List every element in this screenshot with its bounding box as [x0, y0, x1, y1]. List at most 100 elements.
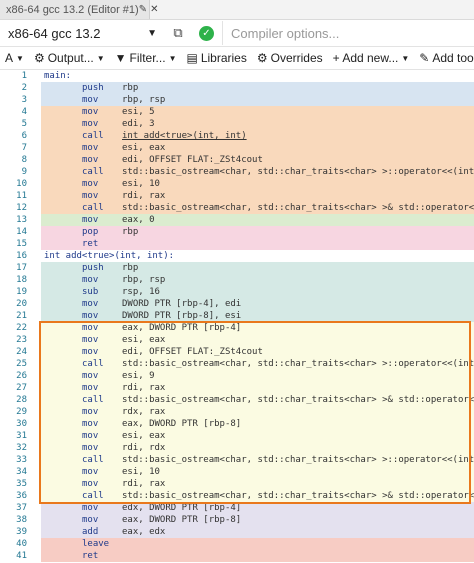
assembly-editor[interactable]: 1 main: 2 push rbp 3 mov rbp, rsp 4 mov esi, 5 5 mov… [0, 70, 474, 563]
line-number: 41 [0, 550, 27, 562]
close-icon[interactable]: ✕ [150, 4, 158, 15]
line-number: 12 [0, 202, 27, 214]
asm-operands: std::basic_ostream<char, std::char_trait… [122, 395, 474, 405]
asm-operands: rdx, rax [122, 407, 166, 417]
asm-opcode: ret [82, 551, 99, 561]
code-line: 40 leave [0, 538, 474, 550]
caret-down-icon: ▼ [401, 53, 410, 63]
line-number: 16 [0, 250, 27, 262]
code-line: 33 call std::basic_ostream<char, std::char… [0, 454, 474, 466]
gear-icon: ⚙ [33, 51, 45, 65]
code-text: push rbp [41, 262, 474, 274]
line-number: 32 [0, 442, 27, 454]
code-text: call std::basic_ostream<char, std::char_t… [41, 490, 474, 502]
asm-operands: eax, 0 [122, 215, 155, 225]
caret-down-icon: ▼ [96, 53, 105, 63]
code-text: mov edi, OFFSET FLAT:_ZSt4cout [41, 346, 474, 358]
pencil-icon[interactable]: ✎ [139, 4, 147, 15]
code-line: 11 mov rdi, rax [0, 190, 474, 202]
asm-operands: rdi, rdx [122, 443, 166, 453]
code-line: 24 mov edi, OFFSET FLAT:_ZSt4cout [0, 346, 474, 358]
line-number: 24 [0, 346, 27, 358]
check-icon[interactable]: ✓ [199, 25, 214, 41]
caret-down-icon: ▼ [168, 53, 177, 63]
line-number: 17 [0, 262, 27, 274]
editor-tab[interactable]: x86-64 gcc 13.2 (Editor #1) ✎ ✕ [0, 0, 158, 19]
external-link-icon[interactable]: ⧉ [165, 25, 191, 41]
line-number: 3 [0, 94, 27, 106]
asm-operands: std::basic_ostream<char, std::char_trait… [122, 455, 474, 465]
line-number: 2 [0, 82, 27, 94]
tab-title: x86-64 gcc 13.2 (Editor #1) [6, 3, 139, 16]
asm-opcode: mov [82, 419, 99, 429]
A-font-button[interactable]: A ▼ [0, 47, 29, 69]
asm-opcode: mov [82, 347, 99, 357]
line-number: 40 [0, 538, 27, 550]
line-number: 15 [0, 238, 27, 250]
code-line: 39 add eax, edx [0, 526, 474, 538]
line-number: 14 [0, 226, 27, 238]
add-tool-button[interactable]: ✎Add tool...▼ [414, 47, 474, 69]
code-text: mov edx, DWORD PTR [rbp-4] [41, 502, 474, 514]
line-number: 31 [0, 430, 27, 442]
asm-opcode: add [82, 527, 99, 537]
code-text: int add<true>(int, int): [41, 250, 474, 262]
compiler-options-input[interactable]: Compiler options... [222, 21, 474, 45]
code-text: mov edi, 3 [41, 118, 474, 130]
asm-operands: edi, OFFSET FLAT:_ZSt4cout [122, 155, 263, 165]
asm-operands: rdi, rax [122, 383, 166, 393]
asm-opcode: call [82, 395, 104, 405]
overrides-button[interactable]: ⚙ Overrides [252, 47, 328, 69]
code-text: mov esi, 10 [41, 466, 474, 478]
code-text: mov eax, DWORD PTR [rbp-4] [41, 322, 474, 334]
code-line: 10 mov esi, 10 [0, 178, 474, 190]
asm-operands: std::basic_ostream<char, std::char_trait… [122, 491, 474, 501]
code-line: 37 mov edx, DWORD PTR [rbp-4] [0, 502, 474, 514]
code-text: mov rdx, rax [41, 406, 474, 418]
asm-opcode: pop [82, 227, 99, 237]
compiler-bar: x86-64 gcc 13.2 ▼ ⧉ ✓ Compiler options..… [0, 20, 474, 47]
code-text: main: [41, 70, 474, 82]
code-line: 30 mov eax, DWORD PTR [rbp-8] [0, 418, 474, 430]
add-new-button[interactable]: + Add new... ▼ [328, 47, 415, 69]
asm-opcode: mov [82, 95, 99, 105]
funnel-icon: ▼ [114, 51, 127, 65]
asm-opcode: ret [82, 239, 99, 249]
line-number: 33 [0, 454, 27, 466]
asm-operands: rsp, 16 [122, 287, 160, 297]
line-number: 23 [0, 334, 27, 346]
code-line: 2 push rbp [0, 82, 474, 94]
asm-operands: rdi, rax [122, 191, 166, 201]
asm-opcode: mov [82, 275, 99, 285]
code-text: call std::basic_ostream<char, std::char_t… [41, 358, 474, 370]
line-number: 20 [0, 298, 27, 310]
line-number: 13 [0, 214, 27, 226]
filter-button[interactable]: ▼ Filter... ▼ [110, 47, 182, 69]
asm-operands: rbp [122, 263, 139, 273]
libraries-button[interactable]: ▤ Libraries [181, 47, 251, 69]
asm-operands: eax, DWORD PTR [rbp-8] [122, 515, 242, 525]
line-number: 5 [0, 118, 27, 130]
code-line: 36 call std::basic_ostream<char, std::char… [0, 490, 474, 502]
code-text: mov eax, DWORD PTR [rbp-8] [41, 418, 474, 430]
gear-icon: ⚙ [256, 51, 268, 65]
code-line: 32 mov rdi, rdx [0, 442, 474, 454]
line-number: 26 [0, 370, 27, 382]
compiler-select[interactable]: x86-64 gcc 13.2 ▼ [0, 21, 165, 45]
asm-operands: edi, 3 [122, 119, 155, 129]
asm-operands[interactable]: int add<true>(int, int) [122, 130, 247, 142]
code-text: mov rbp, rsp [41, 274, 474, 286]
asm-operands: eax, DWORD PTR [rbp-8] [122, 419, 242, 429]
asm-operands: std::basic_ostream<char, std::char_trait… [122, 167, 474, 177]
asm-label: int add<true>(int, int): [44, 251, 175, 261]
asm-operands: DWORD PTR [rbp-4], edi [122, 299, 242, 309]
code-text: add eax, edx [41, 526, 474, 538]
asm-opcode: mov [82, 383, 99, 393]
output-button[interactable]: ⚙ Output... ▼ [29, 47, 110, 69]
asm-opcode: leave [82, 539, 110, 549]
code-text: mov rdi, rax [41, 382, 474, 394]
asm-opcode: mov [82, 515, 99, 525]
asm-operands: std::basic_ostream<char, std::char_trait… [122, 203, 474, 213]
code-text: mov esi, eax [41, 334, 474, 346]
line-number: 19 [0, 286, 27, 298]
